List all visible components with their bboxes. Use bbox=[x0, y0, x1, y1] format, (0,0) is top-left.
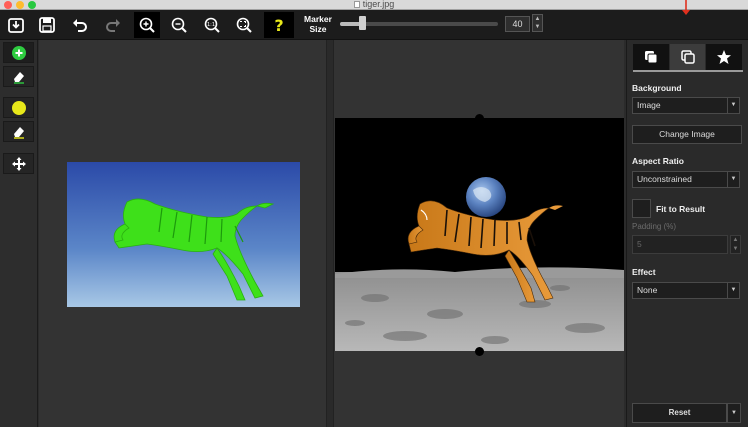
zoom-in-button[interactable] bbox=[134, 12, 160, 38]
aspect-ratio-select-value: Unconstrained bbox=[637, 174, 692, 184]
crop-handle-bottom[interactable] bbox=[475, 347, 484, 356]
window-title-text: tiger.jpg bbox=[362, 0, 395, 9]
redo-icon bbox=[106, 19, 120, 32]
undo-button[interactable] bbox=[67, 12, 93, 38]
remove-eraser-tool[interactable] bbox=[3, 121, 34, 142]
marker-size-slider-thumb[interactable] bbox=[359, 16, 367, 30]
reset-dropdown-button[interactable]: ▼ bbox=[727, 403, 741, 423]
source-image[interactable] bbox=[67, 162, 300, 307]
plus-circle-icon bbox=[11, 45, 26, 60]
zoom-out-icon bbox=[171, 17, 187, 33]
fit-to-result-label: Fit to Result bbox=[656, 204, 706, 214]
tab-favorites[interactable] bbox=[706, 44, 743, 70]
move-arrows-icon bbox=[11, 156, 26, 171]
zoom-out-button[interactable] bbox=[166, 12, 192, 38]
crop-handle-top[interactable] bbox=[475, 114, 484, 123]
padding-stepper[interactable]: ▲ ▼ bbox=[730, 235, 741, 254]
title-bar: tiger.jpg bbox=[0, 0, 748, 10]
star-icon bbox=[717, 50, 732, 64]
svg-text:?: ? bbox=[274, 16, 283, 34]
chevron-down-icon: ▼ bbox=[727, 172, 739, 187]
zoom-actual-size-button[interactable]: 1:1 bbox=[199, 12, 225, 38]
chevron-down-icon: ▼ bbox=[731, 410, 737, 416]
aspect-ratio-label: Aspect Ratio bbox=[632, 156, 684, 166]
import-button[interactable] bbox=[3, 12, 29, 38]
pane-divider[interactable] bbox=[326, 40, 334, 427]
remove-marker-tool[interactable] bbox=[3, 97, 34, 118]
aspect-ratio-select[interactable]: Unconstrained ▼ bbox=[632, 171, 740, 188]
effect-select[interactable]: None ▼ bbox=[632, 282, 740, 299]
keep-marker-tool[interactable] bbox=[3, 42, 34, 63]
zoom-fit-icon bbox=[236, 17, 252, 33]
import-icon bbox=[8, 18, 24, 33]
background-select-value: Image bbox=[637, 100, 661, 110]
chevron-down-icon[interactable]: ▼ bbox=[731, 245, 740, 254]
svg-text:1:1: 1:1 bbox=[207, 22, 215, 28]
window-title: tiger.jpg bbox=[0, 0, 748, 9]
change-image-button[interactable]: Change Image bbox=[632, 125, 742, 144]
padding-label: Padding (%) bbox=[632, 222, 677, 231]
marker-size-value[interactable]: 40 bbox=[505, 16, 530, 32]
marker-size-label: Marker Size bbox=[298, 14, 338, 34]
background-label: Background bbox=[632, 83, 682, 93]
chevron-down-icon[interactable]: ▼ bbox=[533, 23, 542, 31]
effect-select-value: None bbox=[637, 285, 658, 295]
marker-size-label-line2: Size bbox=[309, 24, 327, 34]
marker-size-stepper[interactable]: ▲ ▼ bbox=[532, 14, 543, 32]
tab-background[interactable] bbox=[669, 44, 706, 70]
zoom-actual-size-icon: 1:1 bbox=[204, 17, 220, 33]
chevron-down-icon: ▼ bbox=[727, 283, 739, 298]
redo-button[interactable] bbox=[100, 12, 126, 38]
layers-icon bbox=[644, 51, 658, 64]
undo-icon bbox=[73, 19, 87, 32]
tab-layers[interactable] bbox=[633, 44, 669, 70]
document-icon bbox=[353, 1, 360, 8]
eraser-icon bbox=[13, 126, 24, 139]
zoom-fit-button[interactable] bbox=[231, 12, 257, 38]
help-button[interactable]: ? bbox=[264, 12, 294, 38]
question-mark-icon: ? bbox=[274, 16, 283, 34]
panel-tabs bbox=[633, 44, 743, 72]
save-icon bbox=[39, 17, 55, 33]
effect-label: Effect bbox=[632, 267, 656, 277]
marker-size-label-line1: Marker bbox=[304, 14, 332, 24]
result-image[interactable] bbox=[335, 118, 624, 351]
chevron-up-icon[interactable]: ▲ bbox=[731, 236, 740, 245]
pan-tool[interactable] bbox=[3, 153, 34, 174]
eraser-icon bbox=[13, 71, 24, 84]
chevron-down-icon: ▼ bbox=[727, 98, 739, 113]
reset-button[interactable]: Reset bbox=[632, 403, 727, 423]
tool-sidebar bbox=[0, 40, 38, 427]
padding-input[interactable]: 5 bbox=[632, 235, 728, 254]
zoom-in-icon bbox=[139, 17, 155, 33]
copy-icon bbox=[680, 50, 695, 64]
save-button[interactable] bbox=[34, 12, 60, 38]
yellow-circle-icon bbox=[11, 100, 26, 115]
chevron-up-icon[interactable]: ▲ bbox=[533, 15, 542, 23]
fit-to-result-checkbox[interactable] bbox=[632, 199, 651, 218]
keep-eraser-tool[interactable] bbox=[3, 66, 34, 87]
background-select[interactable]: Image ▼ bbox=[632, 97, 740, 114]
